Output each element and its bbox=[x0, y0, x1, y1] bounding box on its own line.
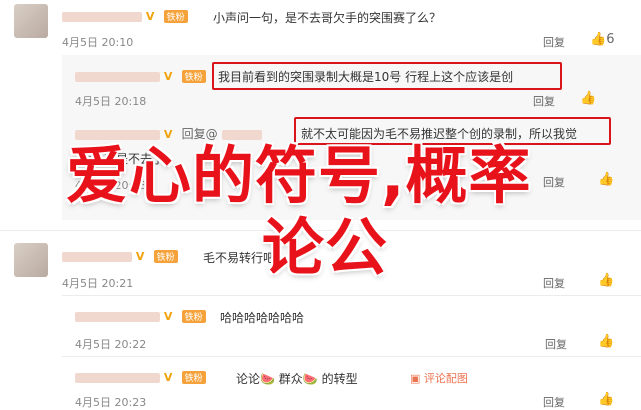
comment-username[interactable]: V 铁粉 bbox=[75, 69, 206, 83]
like-count: 6 bbox=[606, 32, 615, 47]
overlay-title-line2: 论公 bbox=[262, 211, 389, 284]
link-label: 评论配图 bbox=[423, 372, 468, 385]
thumbs-up-icon: 👍 bbox=[580, 91, 597, 106]
watermelon-icon: 🍉 bbox=[260, 372, 275, 386]
vip-icon: V bbox=[163, 371, 173, 384]
like-button[interactable]: 👍6 bbox=[590, 32, 614, 47]
reply-button[interactable]: 回复 bbox=[543, 174, 565, 190]
reply-button[interactable]: 回复 bbox=[543, 275, 565, 291]
comment-username[interactable]: V 铁粉 bbox=[62, 249, 178, 263]
vip-icon: V bbox=[163, 70, 173, 83]
watermelon-icon: 🍉 bbox=[302, 372, 318, 386]
comment-text: 小声问一句，是不去哥欠手的突围赛了么？ bbox=[213, 11, 442, 25]
highlight-box bbox=[212, 62, 562, 90]
divider bbox=[62, 295, 641, 296]
like-button[interactable]: 👍 bbox=[598, 273, 614, 288]
vip-icon: V bbox=[145, 10, 155, 23]
comment-text: 哈哈哈哈哈哈哈 bbox=[220, 311, 305, 325]
fan-badge: 铁粉 bbox=[181, 371, 206, 384]
comment-username[interactable]: V 铁粉 bbox=[75, 370, 206, 384]
thumbs-up-icon: 👍 bbox=[598, 273, 615, 288]
reply-button[interactable]: 回复 bbox=[545, 336, 567, 352]
comment-username[interactable]: V 铁粉 bbox=[62, 9, 188, 23]
reply-button[interactable]: 回复 bbox=[543, 34, 565, 50]
fan-badge: 铁粉 bbox=[163, 10, 188, 23]
vip-icon: V bbox=[163, 310, 173, 323]
like-button[interactable]: 👍 bbox=[598, 334, 614, 349]
avatar[interactable] bbox=[14, 4, 48, 38]
comment-date: 4月5日 20:18 bbox=[75, 95, 147, 108]
comment-image-link[interactable]: ▣ 评论配图 bbox=[410, 370, 468, 386]
like-button[interactable]: 👍 bbox=[598, 172, 614, 187]
text-part: 的转型 bbox=[321, 372, 358, 386]
thumbs-up-icon: 👍 bbox=[598, 334, 615, 349]
overlay-title-line1: 爱心的符号,概率 bbox=[66, 139, 532, 212]
text-part: 论论 bbox=[236, 372, 261, 386]
comment-date: 4月5日 20:22 bbox=[75, 338, 147, 351]
like-button[interactable]: 👍 bbox=[598, 392, 614, 407]
fan-badge: 铁粉 bbox=[181, 70, 206, 83]
thumbs-up-icon: 👍 bbox=[598, 392, 615, 407]
divider bbox=[62, 356, 641, 357]
comment-date: 4月5日 20:10 bbox=[62, 36, 134, 49]
text-part: 群众 bbox=[278, 372, 303, 386]
thumbs-up-icon: 👍 bbox=[590, 32, 607, 47]
thumbs-up-icon: 👍 bbox=[598, 172, 615, 187]
comment-text: 论论🍉 群众🍉 的转型 bbox=[236, 370, 358, 387]
reply-button[interactable]: 回复 bbox=[533, 93, 555, 109]
comment-date: 4月5日 20:21 bbox=[62, 277, 134, 290]
comment-username[interactable]: V 铁粉 bbox=[75, 309, 206, 323]
fan-badge: 铁粉 bbox=[181, 310, 206, 323]
image-icon: ▣ bbox=[410, 372, 421, 385]
avatar[interactable] bbox=[14, 243, 48, 277]
like-button[interactable]: 👍 bbox=[580, 91, 596, 106]
comment-feed: V 铁粉 小声问一句，是不去哥欠手的突围赛了么？ 4月5日 20:10 回复 👍… bbox=[0, 0, 641, 409]
fan-badge: 铁粉 bbox=[153, 250, 178, 263]
vip-icon: V bbox=[135, 250, 145, 263]
